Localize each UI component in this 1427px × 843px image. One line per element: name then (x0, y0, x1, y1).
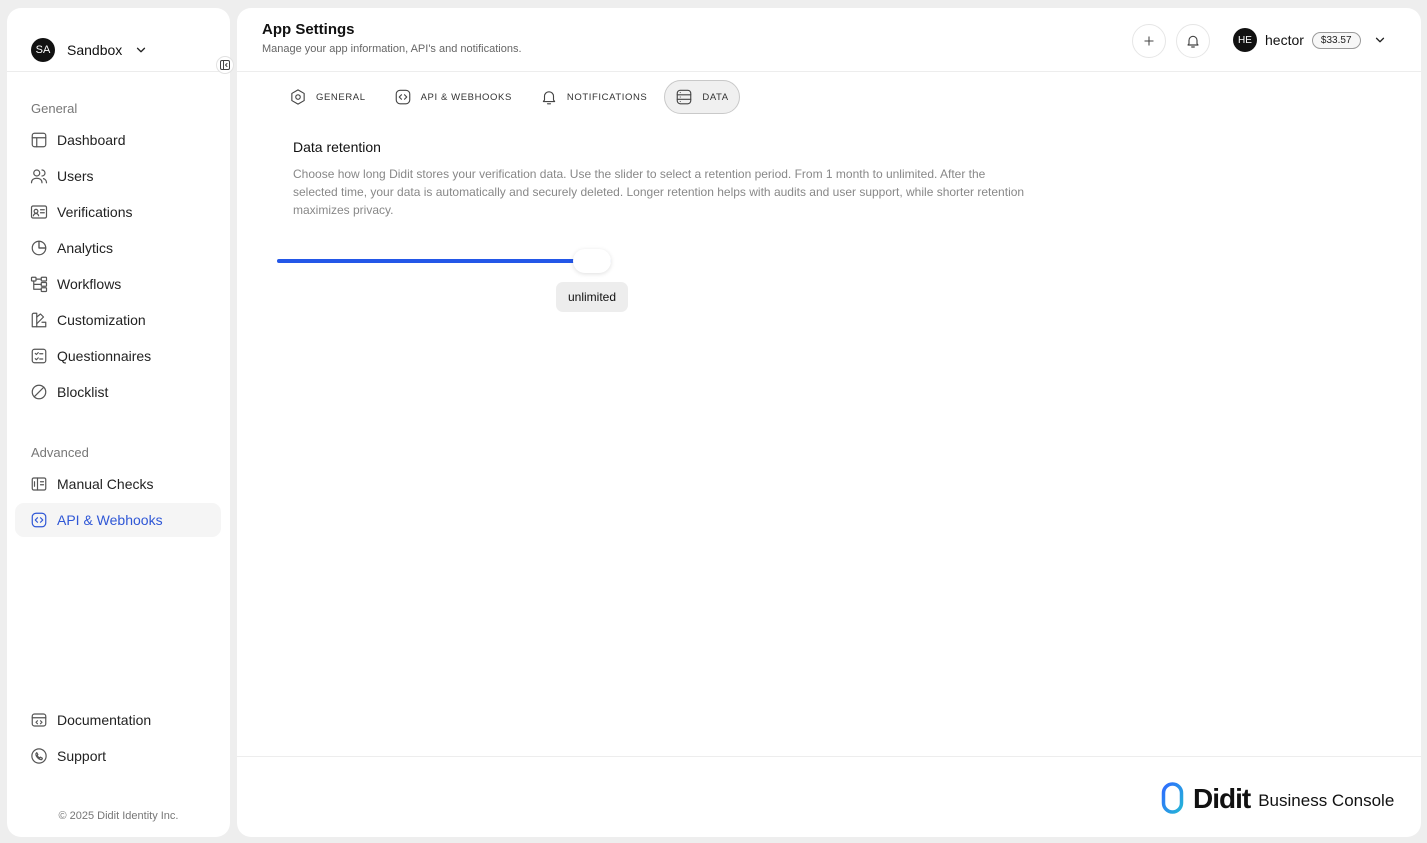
notifications-button[interactable] (1176, 24, 1210, 58)
sidebar-item-analytics[interactable]: Analytics (15, 231, 221, 265)
tab-general[interactable]: GENERAL (278, 80, 377, 114)
footer-divider (237, 756, 1421, 757)
add-button[interactable] (1132, 24, 1166, 58)
sidebar-item-label: Support (57, 748, 107, 764)
sidebar-item-support[interactable]: Support (15, 739, 221, 773)
code-icon (394, 88, 412, 106)
sidebar-item-manual-checks[interactable]: Manual Checks (15, 467, 221, 501)
tab-data[interactable]: DATA (664, 80, 740, 114)
manual-check-icon (30, 475, 48, 493)
avatar: HE (1233, 28, 1257, 52)
section-label-general: General (31, 101, 78, 116)
copyright-text: © 2025 Didit Identity Inc. (58, 810, 179, 822)
retention-slider-track[interactable] (277, 259, 611, 263)
dashboard-icon (30, 131, 48, 149)
sidebar-item-label: Customization (57, 312, 146, 328)
brand-subtitle: Business Console (1258, 791, 1395, 810)
sidebar-item-dashboard[interactable]: Dashboard (15, 123, 221, 157)
balance-badge: $33.57 (1311, 31, 1361, 49)
section-label-advanced: Advanced (31, 445, 89, 460)
gear-icon (289, 88, 307, 106)
id-card-icon (30, 203, 48, 221)
settings-tabs: GENERAL API & WEBHOOKS NOTIFICATIONS DAT… (278, 80, 746, 114)
chevron-down-icon (134, 43, 148, 57)
workflow-icon (30, 275, 48, 293)
phone-icon (30, 747, 48, 765)
retention-slider-fill (277, 259, 611, 263)
brand-logo: Didit Business Console (1161, 780, 1394, 814)
brush-icon (30, 311, 48, 329)
code-icon (30, 511, 48, 529)
plus-icon (1144, 36, 1154, 46)
sidebar-item-label: Workflows (57, 276, 122, 292)
tab-notifications[interactable]: NOTIFICATIONS (529, 80, 658, 114)
sidebar-item-api-webhooks[interactable]: API & Webhooks (15, 503, 221, 537)
data-retention-title: Data retention (293, 139, 381, 155)
users-icon (30, 167, 48, 185)
sidebar-collapse-icon (220, 60, 230, 70)
tab-label: GENERAL (316, 91, 366, 103)
pie-chart-icon (30, 239, 48, 257)
didit-logo-icon (1161, 782, 1187, 814)
sidebar-item-blocklist[interactable]: Blocklist (15, 375, 221, 409)
block-icon (30, 383, 48, 401)
sidebar-item-label: Manual Checks (57, 476, 154, 492)
workspace-avatar: SA (31, 38, 55, 62)
page-subtitle: Manage your app information, API's and n… (262, 43, 522, 55)
retention-value-label: unlimited (556, 282, 628, 312)
sidebar-divider (7, 71, 230, 72)
chevron-down-icon (1373, 33, 1387, 47)
sidebar-item-questionnaires[interactable]: Questionnaires (15, 339, 221, 373)
retention-slider-thumb[interactable] (573, 249, 611, 273)
data-retention-description: Choose how long Didit stores your verifi… (293, 167, 1025, 217)
user-menu[interactable]: HE hector $33.57 (1233, 28, 1387, 52)
book-icon (30, 711, 48, 729)
tab-label: NOTIFICATIONS (566, 91, 648, 103)
tab-label: DATA (702, 91, 729, 103)
sidebar-item-documentation[interactable]: Documentation (15, 703, 221, 737)
workspace-switcher[interactable]: SA Sandbox (31, 34, 148, 66)
bell-icon (540, 88, 558, 106)
sidebar-item-label: Users (57, 168, 94, 184)
brand-name: Didit (1193, 783, 1251, 814)
sidebar-item-label: API & Webhooks (57, 512, 163, 528)
sidebar-item-label: Analytics (57, 240, 114, 256)
sidebar-collapse-button[interactable] (216, 56, 234, 74)
sidebar-item-label: Blocklist (57, 384, 109, 400)
sidebar-item-users[interactable]: Users (15, 159, 221, 193)
sidebar-item-customization[interactable]: Customization (15, 303, 221, 337)
user-name: hector (1265, 32, 1304, 48)
database-icon (675, 88, 693, 106)
bell-icon (1187, 35, 1199, 48)
sidebar: SA Sandbox General Dashboard Users Verif… (7, 8, 230, 837)
header-divider (237, 71, 1421, 72)
sidebar-item-label: Dashboard (57, 132, 126, 148)
main-panel: App Settings Manage your app information… (237, 8, 1421, 837)
tab-label: API & WEBHOOKS (420, 91, 512, 103)
checklist-icon (30, 347, 48, 365)
tab-api-webhooks[interactable]: API & WEBHOOKS (383, 80, 523, 114)
sidebar-item-label: Documentation (57, 712, 152, 728)
sidebar-item-workflows[interactable]: Workflows (15, 267, 221, 301)
sidebar-item-label: Questionnaires (57, 348, 152, 364)
page-title: App Settings (262, 21, 355, 38)
sidebar-item-verifications[interactable]: Verifications (15, 195, 221, 229)
sidebar-item-label: Verifications (57, 204, 133, 220)
workspace-name: Sandbox (67, 42, 123, 58)
